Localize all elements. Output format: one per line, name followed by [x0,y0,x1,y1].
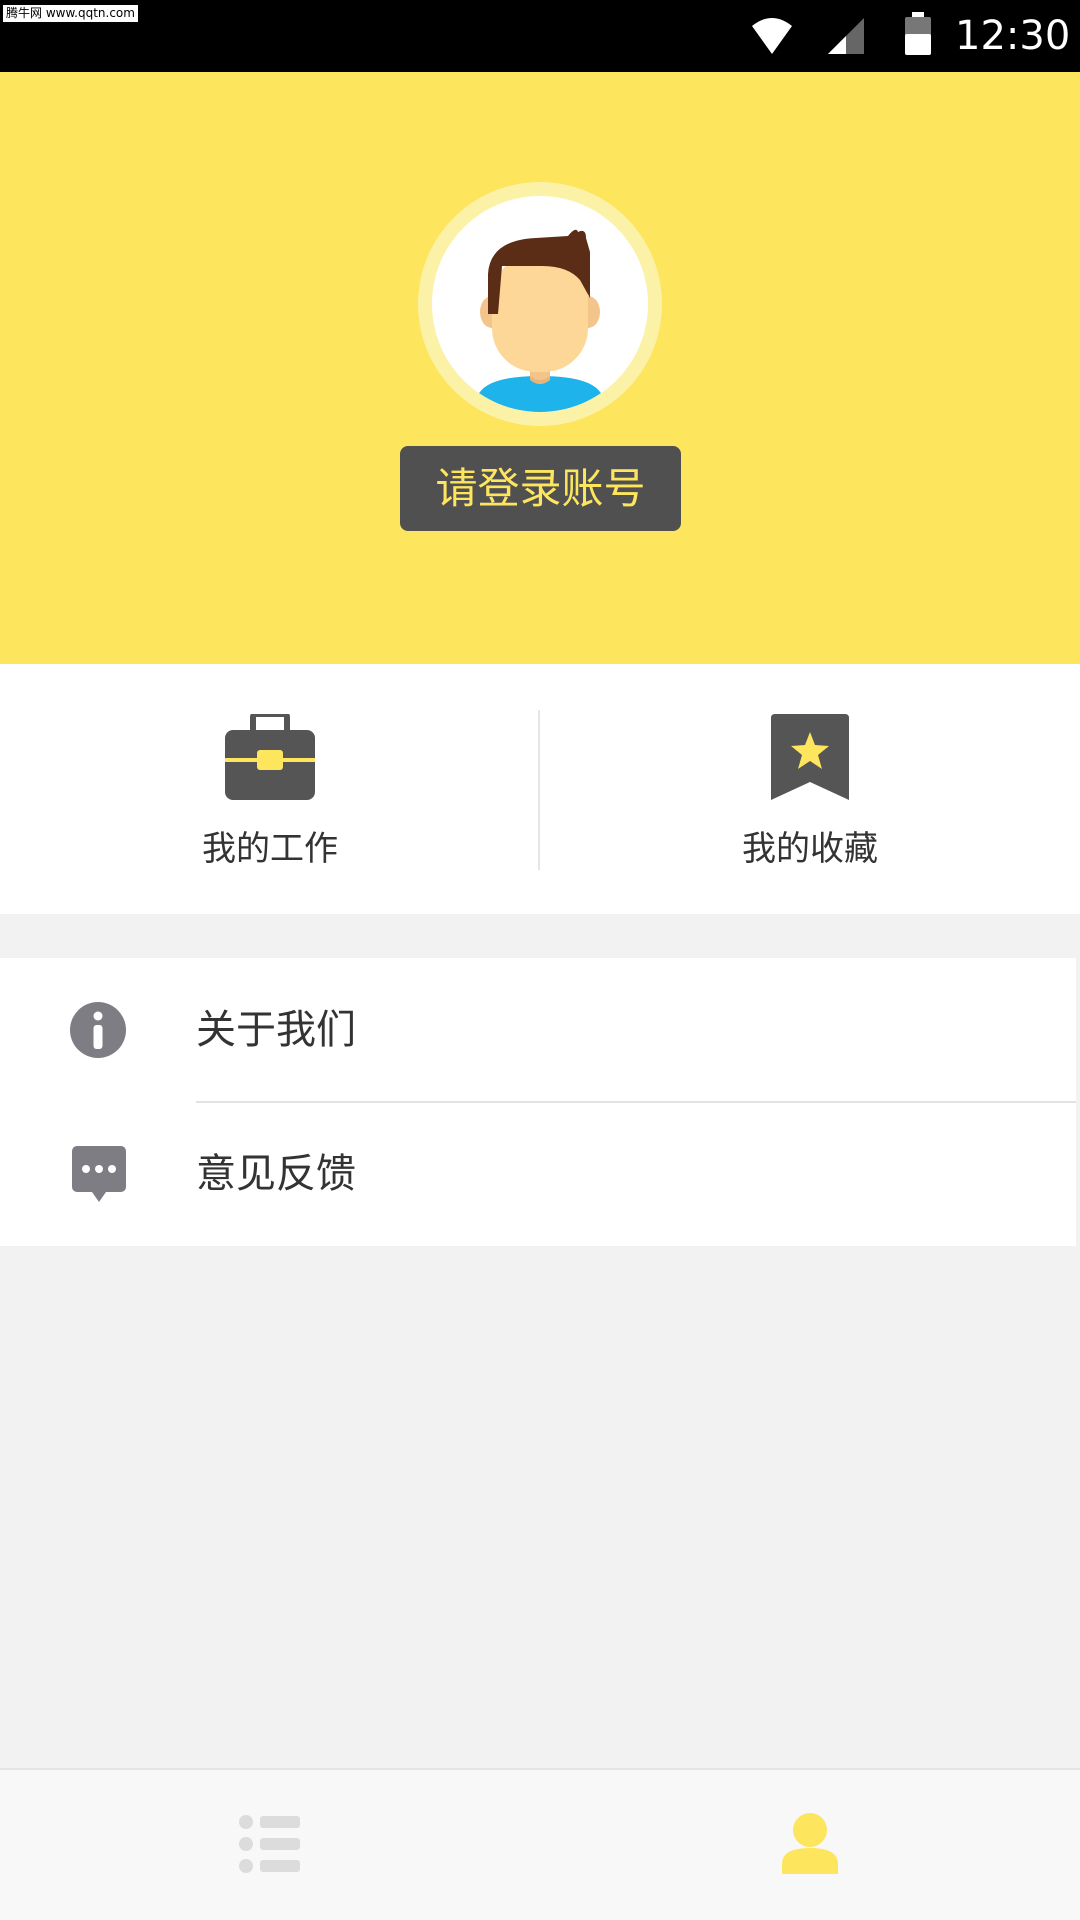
shortcut-row: 我的工作 我的收藏 [0,664,1080,914]
status-bar: 腾牛网 www.qqtn.com 12:30 [0,0,1080,72]
bookmark-star-icon [771,714,849,800]
bottom-nav [0,1768,1080,1920]
list-icon [239,1815,300,1873]
battery-icon [905,12,931,55]
tab-profile[interactable] [540,1770,1080,1920]
info-icon [70,1002,126,1058]
shortcut-my-favorites-label: 我的收藏 [742,829,878,869]
profile-header: 请登录账号 [0,72,1080,664]
briefcase-icon [225,714,315,800]
shortcut-my-favorites[interactable]: 我的收藏 [540,664,1080,914]
menu-item-feedback-label: 意见反馈 [196,1151,356,1197]
settings-menu: 关于我们 意见反馈 [0,958,1076,1246]
status-clock: 12:30 [955,13,1071,59]
cell-signal-icon [828,18,864,54]
wifi-icon [752,18,792,54]
avatar-icon[interactable] [418,182,662,426]
menu-item-feedback[interactable]: 意见反馈 [0,1102,1076,1246]
tab-list[interactable] [0,1770,540,1920]
shortcut-my-work-label: 我的工作 [202,829,338,869]
profile-icon [782,1813,838,1874]
menu-item-about-label: 关于我们 [196,1007,356,1053]
shortcut-my-work[interactable]: 我的工作 [0,664,540,914]
chat-feedback-icon [72,1146,126,1202]
watermark: 腾牛网 www.qqtn.com [3,5,138,22]
menu-item-about[interactable]: 关于我们 [0,958,1076,1103]
login-button[interactable]: 请登录账号 [400,446,681,531]
